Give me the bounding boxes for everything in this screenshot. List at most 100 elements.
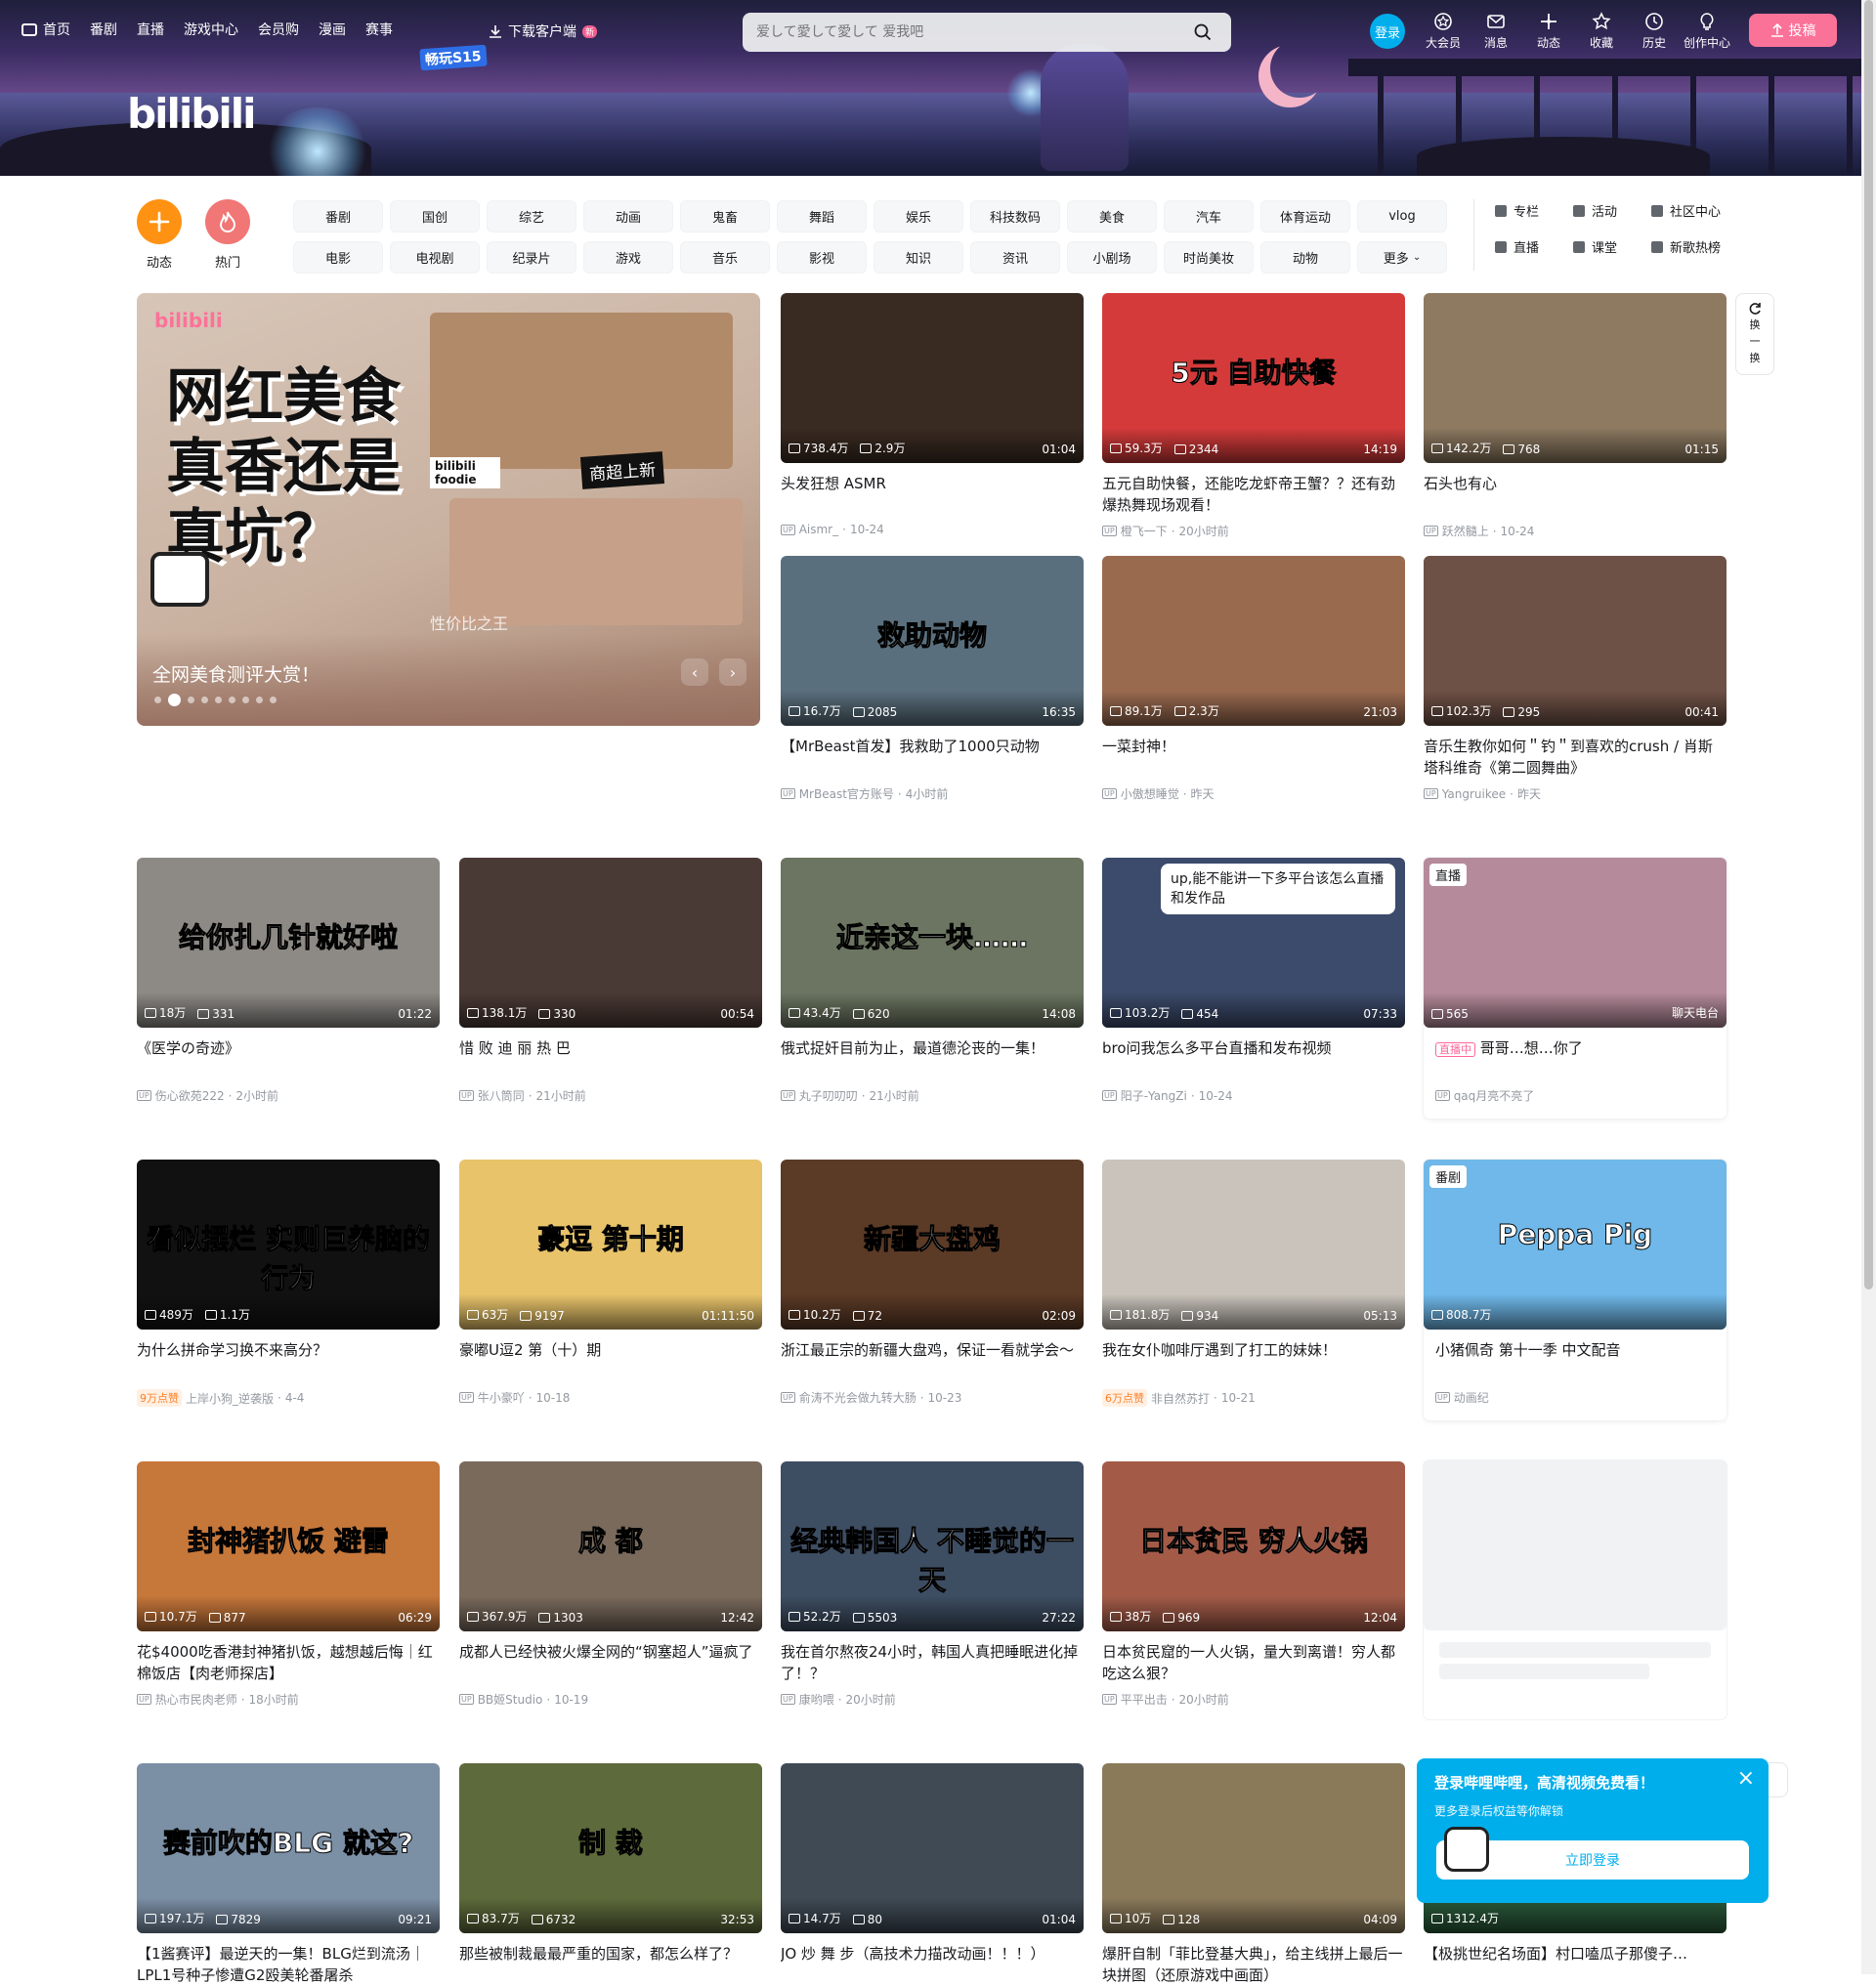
channel-15[interactable]: 游戏 (583, 241, 673, 274)
carousel-dot[interactable] (229, 697, 235, 703)
nav-game-center[interactable]: 游戏中心 (184, 20, 238, 39)
page-scrollbar[interactable] (1861, 0, 1876, 1974)
channel-8[interactable]: 美食 (1067, 200, 1157, 232)
video-thumbnail[interactable]: 142.2万 768 01:15 (1424, 293, 1727, 463)
channel-12[interactable]: 电影 (293, 241, 383, 274)
video-card[interactable]: 738.4万 2.9万 01:04 头发狂想 ASMR UP Aismr_ · 10-24 (781, 293, 1084, 536)
video-thumbnail[interactable]: 赛前吹的BLG 就这? 197.1万 7829 09:21 (137, 1763, 440, 1933)
channel-20[interactable]: 小剧场 (1067, 241, 1157, 274)
link-live[interactable]: 直播 (1495, 237, 1573, 256)
video-card[interactable]: 138.1万 330 00:54 惜 败 迪 丽 热 巴 UP 张八筒同 · 21小时前 (459, 858, 762, 1104)
video-author[interactable]: 丸子叨叨叨 (799, 1087, 858, 1104)
video-author[interactable]: 非自然苏打 (1151, 1390, 1210, 1407)
carousel-dot[interactable] (242, 697, 249, 703)
carousel-title[interactable]: 全网美食测评大赏！ (152, 660, 320, 687)
video-title[interactable]: 豪嘟U逗2 第（十）期 (459, 1339, 762, 1382)
video-card[interactable]: 给你扎几针就好啦 18万 331 01:22 《医学の奇迹》 UP 伤心欲苑222 · 2小时前 (137, 858, 440, 1104)
hot-round-button[interactable] (205, 199, 250, 244)
video-thumbnail[interactable]: 181.8万 934 05:13 (1102, 1160, 1405, 1330)
video-card[interactable]: 日本贫民 穷人火锅 38万 969 12:04 日本贫民窟的一人火锅，量大到离谱！穷人都… (1102, 1461, 1405, 1708)
vip-entry[interactable]: 大会员 (1417, 12, 1470, 51)
video-title[interactable]: JO 炒 舞 步（高技术力描改动画！！！） (781, 1943, 1084, 1986)
video-title[interactable]: 成都人已经快被火爆全网的“钢塞超人”逼疯了 (459, 1641, 762, 1684)
video-thumbnail[interactable]: 直播 565 聊天电台 (1424, 858, 1727, 1028)
video-title[interactable]: bro问我怎么多平台直播和发布视频 (1102, 1037, 1405, 1080)
video-card[interactable]: 豪逗 第十期 63万 9197 01:11:50 豪嘟U逗2 第（十）期 UP 牛小豪吖 · 1… (459, 1160, 762, 1406)
video-card[interactable]: 直播 565 聊天电台 直播中 哥哥…想…你了 UP qaq月亮不亮了 (1424, 858, 1727, 1119)
video-author[interactable]: 动画纪 (1454, 1389, 1489, 1406)
video-author[interactable]: 热心市民肉老师 (155, 1691, 237, 1708)
event-logo[interactable]: 畅玩S15 (419, 44, 488, 71)
carousel-next-button[interactable]: › (719, 658, 746, 686)
video-author[interactable]: Aismr_ (799, 523, 838, 536)
video-title[interactable]: 头发狂想 ASMR (781, 473, 1084, 516)
channel-10[interactable]: 体育运动 (1260, 200, 1350, 232)
video-thumbnail[interactable]: Peppa Pig 番剧 808.7万 (1424, 1160, 1727, 1330)
video-thumbnail[interactable]: 738.4万 2.9万 01:04 (781, 293, 1084, 463)
popup-close-button[interactable]: × (1737, 1766, 1755, 1791)
nav-manga[interactable]: 漫画 (319, 20, 346, 39)
carousel-dot[interactable] (168, 694, 181, 706)
channel-0[interactable]: 番剧 (293, 200, 383, 232)
video-author[interactable]: 张八筒同 (478, 1087, 525, 1104)
video-card[interactable]: 制 裁 83.7万 6732 32:53 那些被制裁最最严重的国家，都怎么样了？ (459, 1763, 762, 1986)
channel-17[interactable]: 影视 (777, 241, 867, 274)
video-title[interactable]: 花$4000吃香港封神猪扒饭，越想越后悔｜红棉饭店【肉老师探店】 (137, 1641, 440, 1684)
carousel-dot[interactable] (215, 697, 222, 703)
video-card[interactable]: 14.7万 80 01:04 JO 炒 舞 步（高技术力描改动画！！！） (781, 1763, 1084, 1986)
video-thumbnail[interactable]: 成 都 367.9万 1303 12:42 (459, 1461, 762, 1631)
carousel-dot[interactable] (256, 697, 263, 703)
nav-esports[interactable]: 赛事 (365, 20, 393, 39)
video-thumbnail[interactable]: 近亲这一块…… 43.4万 620 14:08 (781, 858, 1084, 1028)
video-title[interactable]: 直播中 哥哥…想…你了 (1424, 1037, 1727, 1080)
featured-carousel[interactable]: bilibili 网红美食 真香还是 真坑？ 商超上新 bilibili foo… (137, 293, 760, 726)
video-card[interactable]: 5元 自助快餐 59.3万 2344 14:19 五元自助快餐，还能吃龙虾帝王蟹？？还有… (1102, 293, 1405, 539)
channel-7[interactable]: 科技数码 (970, 200, 1060, 232)
video-card[interactable]: 142.2万 768 01:15 石头也有心 UP 跃然髓上 · 10-24 (1424, 293, 1727, 539)
video-author[interactable]: 橙飞一下 (1121, 523, 1168, 539)
link-new-songs[interactable]: 新歌热榜 (1651, 237, 1759, 256)
video-author[interactable]: 阳子-YangZi (1121, 1087, 1187, 1104)
link-classroom[interactable]: 课堂 (1573, 237, 1651, 256)
video-title[interactable]: 石头也有心 (1424, 473, 1727, 516)
message-entry[interactable]: 消息 (1470, 12, 1522, 51)
search-button[interactable] (1188, 18, 1217, 47)
video-title[interactable]: 俄式捉奸目前为止，最道德沦丧的一集！ (781, 1037, 1084, 1080)
video-author[interactable]: BB姬Studio (478, 1691, 543, 1708)
video-title[interactable]: 爆肝自制「菲比登基大典」，给主线拼上最后一块拼图（还原游戏中画面） (1102, 1943, 1405, 1986)
channel-19[interactable]: 资讯 (970, 241, 1060, 274)
nav-bangumi[interactable]: 番剧 (90, 20, 117, 39)
video-title[interactable]: 音乐生教你如何＂钓＂到喜欢的crush / 肖斯塔科维奇《第二圆舞曲》 (1424, 736, 1727, 779)
video-title[interactable]: 一菜封神！ (1102, 736, 1405, 779)
video-title[interactable]: 【极挑世纪名场面】村口嗑瓜子那傻子… (1424, 1943, 1727, 1986)
video-title[interactable]: 【MrBeast首发】我救助了1000只动物 (781, 736, 1084, 779)
channel-1[interactable]: 国创 (390, 200, 480, 232)
video-thumbnail[interactable]: 封神猪扒饭 避雷 10.7万 877 06:29 (137, 1461, 440, 1631)
video-thumbnail[interactable]: 5元 自助快餐 59.3万 2344 14:19 (1102, 293, 1405, 463)
video-thumbnail[interactable]: 新疆大盘鸡 10.2万 72 02:09 (781, 1160, 1084, 1330)
video-thumbnail[interactable]: 日本贫民 穷人火锅 38万 969 12:04 (1102, 1461, 1405, 1631)
video-title[interactable]: 浙江最正宗的新疆大盘鸡，保证一看就学会～ (781, 1339, 1084, 1382)
video-card[interactable]: 10万 128 04:09 爆肝自制「菲比登基大典」，给主线拼上最后一块拼图（还原游戏… (1102, 1763, 1405, 1986)
video-card[interactable]: 89.1万 2.3万 21:03 一菜封神！ UP 小傲想睡觉 · 昨天 (1102, 556, 1405, 802)
video-title[interactable]: 那些被制裁最最严重的国家，都怎么样了？ (459, 1943, 762, 1986)
upload-button[interactable]: 投稿 (1749, 14, 1837, 47)
video-thumbnail[interactable]: 豪逗 第十期 63万 9197 01:11:50 (459, 1160, 762, 1330)
video-author[interactable]: 平平出击 (1121, 1691, 1168, 1708)
carousel-prev-button[interactable]: ‹ (681, 658, 708, 686)
carousel-dot[interactable] (154, 697, 161, 703)
video-card[interactable]: 新疆大盘鸡 10.2万 72 02:09 浙江最正宗的新疆大盘鸡，保证一看就学会～ UP 俞… (781, 1160, 1084, 1406)
video-title[interactable]: 【1酱赛评】最逆天的一集！BLG烂到流汤｜LPL1号种子惨遭G2殴美轮番屠杀 (137, 1943, 440, 1986)
search-input[interactable] (756, 24, 1188, 40)
video-card[interactable]: up,能不能讲一下多平台该怎么直播和发作品 103.2万 454 07:33 bro问我… (1102, 858, 1405, 1104)
video-author[interactable]: 小傲想睡觉 (1121, 785, 1179, 802)
video-thumbnail[interactable]: 14.7万 80 01:04 (781, 1763, 1084, 1933)
video-title[interactable]: 五元自助快餐，还能吃龙虾帝王蟹？？还有劲爆热舞现场观看！ (1102, 473, 1405, 516)
video-author[interactable]: qaq月亮不亮了 (1454, 1087, 1535, 1104)
video-card[interactable]: 救助动物 16.7万 2085 16:35 【MrBeast首发】我救助了1000只动物… (781, 556, 1084, 802)
video-card[interactable]: 经典韩国人 不睡觉的一天 52.2万 5503 27:22 我在首尔熬夜24小时，韩国人… (781, 1461, 1084, 1708)
video-title[interactable]: 日本贫民窟的一人火锅，量大到离谱！穷人都吃这么狠？ (1102, 1641, 1405, 1684)
video-author[interactable]: MrBeast官方账号 (799, 785, 894, 802)
video-thumbnail[interactable]: 给你扎几针就好啦 18万 331 01:22 (137, 858, 440, 1028)
favorites-entry[interactable]: 收藏 (1575, 12, 1628, 51)
